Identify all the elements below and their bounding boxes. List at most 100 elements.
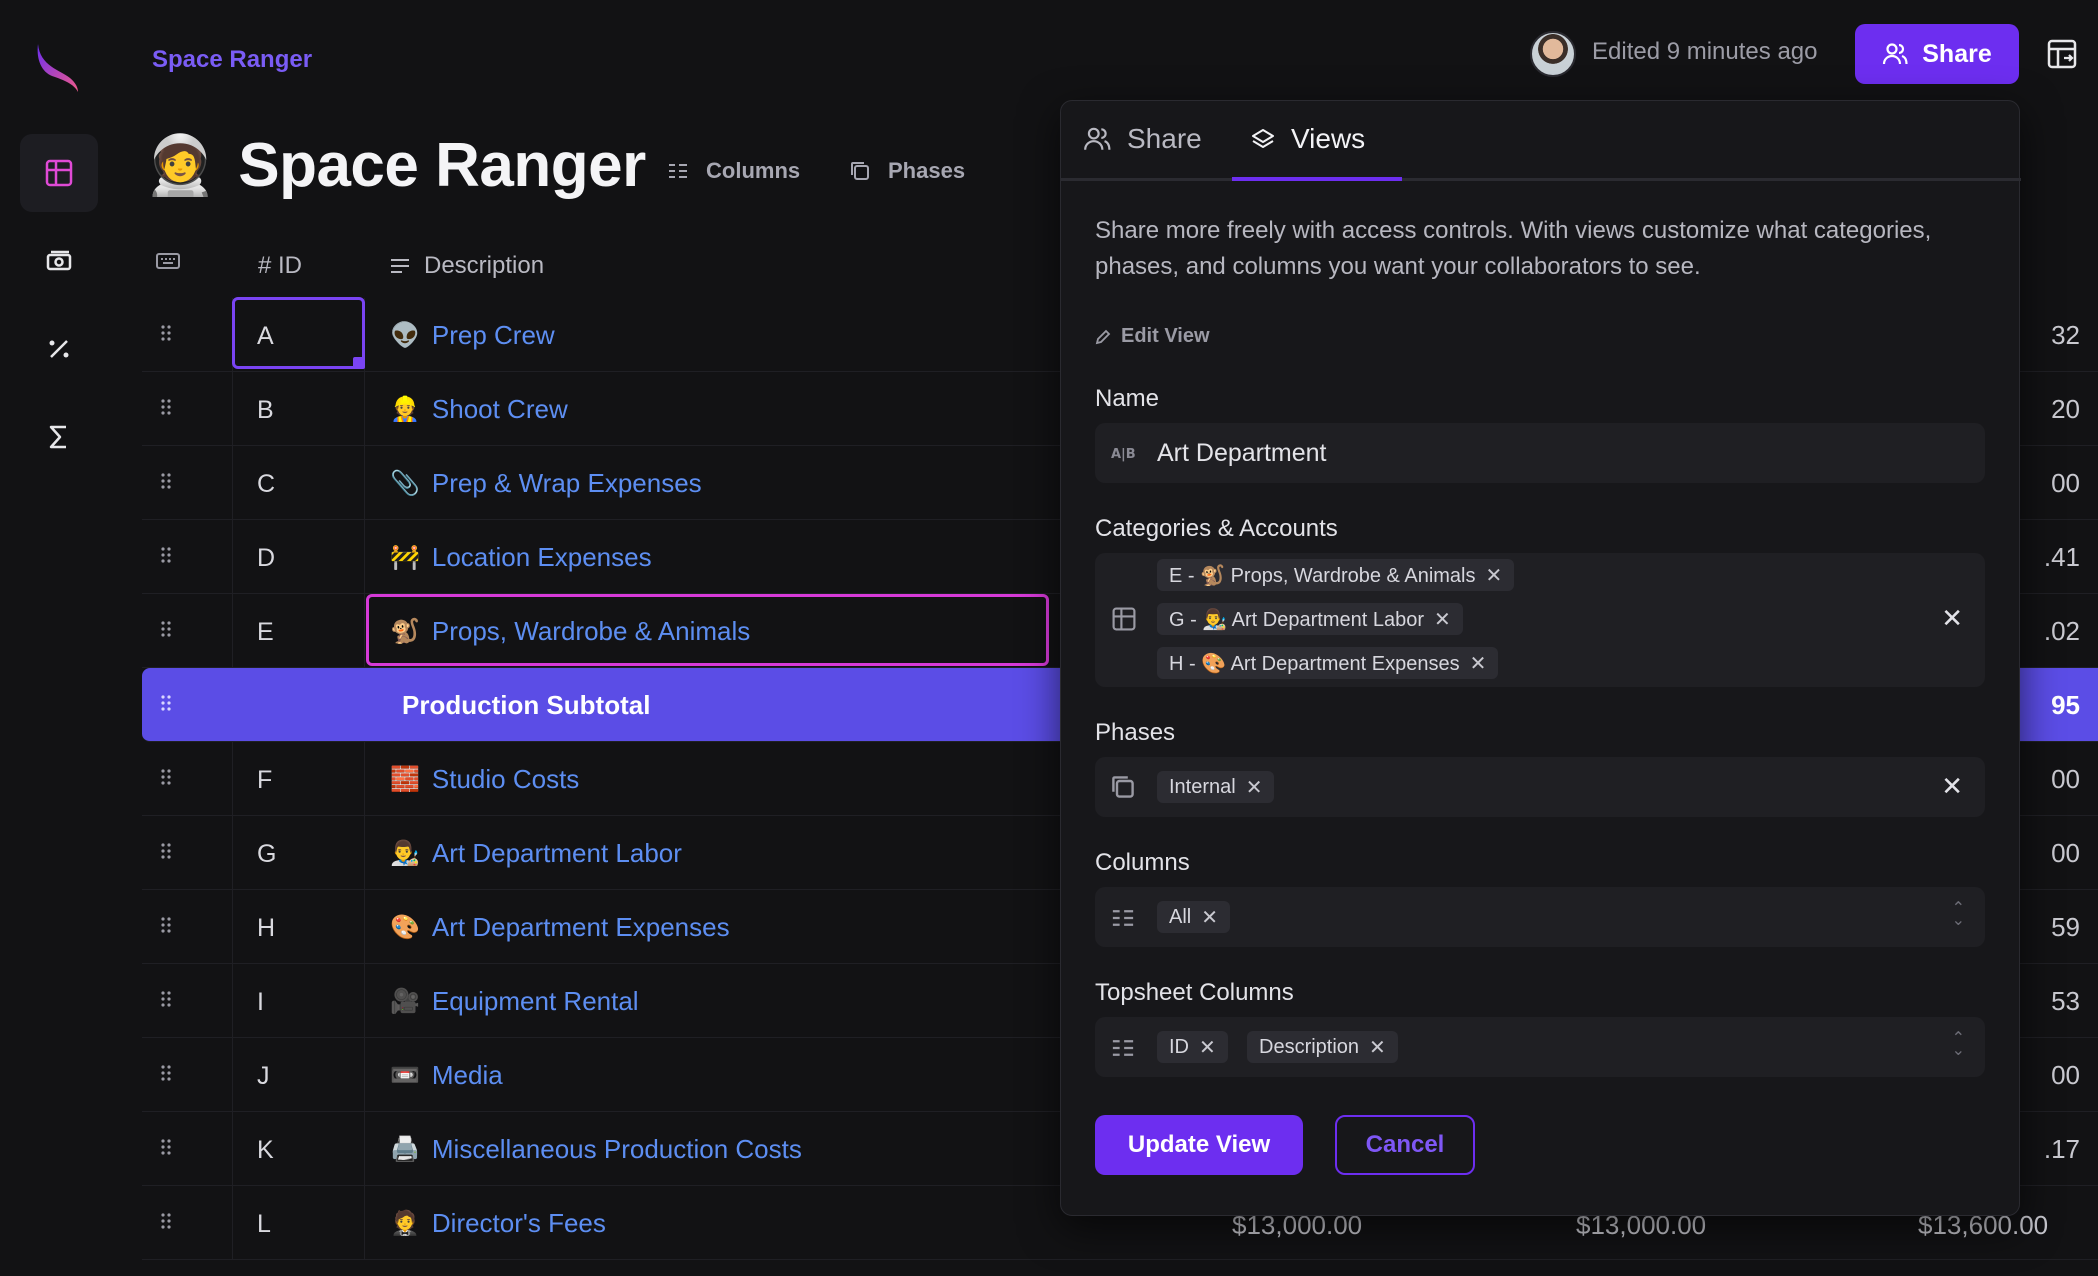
row-description[interactable]: Production Subtotal <box>390 690 650 721</box>
name-field[interactable]: A|B Art Department <box>1095 423 1985 483</box>
breadcrumb[interactable]: Space Ranger <box>152 46 312 74</box>
select-chevrons-icon[interactable]: ⌃ ⌄ <box>1952 901 1965 929</box>
row-id[interactable]: E <box>257 618 274 647</box>
row-id[interactable]: F <box>257 766 272 795</box>
tab-share-label: Share <box>1127 123 1202 154</box>
tab-views[interactable]: Views <box>1251 123 1365 155</box>
tab-share[interactable]: Share <box>1083 123 1202 155</box>
row-description[interactable]: 👨‍🎨 Art Department Labor <box>390 838 682 869</box>
columns-button[interactable]: Columns <box>668 158 800 184</box>
category-chip[interactable]: E - 🐒 Props, Wardrobe & Animals ✕ <box>1157 559 1515 591</box>
row-description[interactable]: 🧱 Studio Costs <box>390 764 579 795</box>
categories-field[interactable]: E - 🐒 Props, Wardrobe & Animals ✕ G - 👨‍🎨… <box>1095 553 1985 687</box>
selected-cell[interactable] <box>232 297 365 369</box>
row-description[interactable]: 📎 Prep & Wrap Expenses <box>390 468 702 499</box>
phases-field[interactable]: Internal ✕ ✕ <box>1095 757 1985 817</box>
row-id[interactable]: K <box>257 1136 274 1165</box>
app-logo[interactable] <box>34 40 84 96</box>
category-chip[interactable]: G - 👨‍🎨 Art Department Labor ✕ <box>1157 603 1463 635</box>
name-input[interactable]: Art Department <box>1157 439 1327 468</box>
row-id[interactable]: G <box>257 840 276 869</box>
row-description[interactable]: 🤵 Director's Fees <box>390 1208 606 1239</box>
remove-chip-icon[interactable]: ✕ <box>1485 563 1502 588</box>
remove-chip-icon[interactable]: ✕ <box>1201 905 1218 930</box>
remove-chip-icon[interactable]: ✕ <box>1246 775 1263 800</box>
avatar[interactable] <box>1530 31 1576 77</box>
remove-chip-icon[interactable]: ✕ <box>1470 651 1487 676</box>
phase-chip[interactable]: Internal ✕ <box>1157 771 1275 803</box>
row-id[interactable]: D <box>257 544 275 573</box>
select-chevrons-icon[interactable]: ⌃ ⌄ <box>1952 1031 1965 1059</box>
name-label: Name <box>1095 385 1160 412</box>
remove-chip-icon[interactable]: ✕ <box>1369 1035 1386 1060</box>
rail-percent-button[interactable] <box>20 310 98 388</box>
cancel-button[interactable]: Cancel <box>1335 1115 1475 1175</box>
cell-divider <box>232 594 233 668</box>
rail-sum-button[interactable] <box>20 398 98 476</box>
rail-grid-button[interactable] <box>20 134 98 212</box>
clear-categories-icon[interactable]: ✕ <box>1941 603 1963 634</box>
column-header-description[interactable]: Description <box>390 252 544 280</box>
row-id[interactable]: L <box>257 1210 271 1239</box>
row-description[interactable]: 👽 Prep Crew <box>390 320 555 351</box>
rail-money-button[interactable] <box>20 222 98 300</box>
row-description-text: Prep Crew <box>431 320 555 350</box>
row-id[interactable]: J <box>257 1062 270 1091</box>
topsheet-field[interactable]: ID ✕ Description ✕ ⌃ ⌄ <box>1095 1017 1985 1077</box>
drag-handle-icon[interactable] <box>160 398 172 416</box>
row-emoji-icon: 🎨 <box>390 914 420 941</box>
drag-handle-icon[interactable] <box>160 768 172 786</box>
app-root: Space Ranger 🧑‍🚀 Space Ranger Columns Ph… <box>0 0 2098 1276</box>
remove-chip-icon[interactable]: ✕ <box>1199 1035 1216 1060</box>
phases-button[interactable]: Phases <box>850 158 965 184</box>
drag-handle-icon[interactable] <box>160 990 172 1008</box>
column-chip-label: All <box>1169 905 1192 928</box>
columns-field[interactable]: All ✕ ⌃ ⌄ <box>1095 887 1985 947</box>
row-description[interactable]: 🖨️ Miscellaneous Production Costs <box>390 1134 802 1165</box>
table-header: # ID Description <box>142 232 1062 298</box>
clear-phases-icon[interactable]: ✕ <box>1941 771 1963 802</box>
column-chip[interactable]: All ✕ <box>1157 901 1230 933</box>
cell-divider <box>232 964 233 1038</box>
topsheet-chip[interactable]: ID ✕ <box>1157 1031 1228 1063</box>
row-description[interactable]: 📼 Media <box>390 1060 503 1091</box>
row-id[interactable]: H <box>257 914 275 943</box>
table-layout-icon[interactable] <box>2046 38 2078 70</box>
row-description[interactable]: 👷 Shoot Crew <box>390 394 568 425</box>
row-description[interactable]: 🚧 Location Expenses <box>390 542 652 573</box>
keyboard-icon[interactable] <box>156 252 180 270</box>
row-id[interactable]: I <box>257 988 264 1017</box>
row-description[interactable]: 🎨 Art Department Expenses <box>390 912 730 943</box>
cell-divider <box>232 520 233 594</box>
drag-handle-icon[interactable] <box>160 472 172 490</box>
row-description-text: Prep & Wrap Expenses <box>431 468 702 498</box>
drag-handle-icon[interactable] <box>160 324 172 342</box>
drag-handle-icon[interactable] <box>160 1138 172 1156</box>
drag-handle-icon[interactable] <box>160 546 172 564</box>
update-view-button[interactable]: Update View <box>1095 1115 1303 1175</box>
columns-icon <box>1112 910 1134 926</box>
topsheet-chip[interactable]: Description ✕ <box>1247 1031 1398 1063</box>
drag-handle-icon[interactable] <box>160 916 172 934</box>
drag-handle-icon[interactable] <box>160 1212 172 1230</box>
row-value: 20 <box>2051 394 2080 424</box>
drag-handle-icon[interactable] <box>160 694 172 712</box>
drag-handle-icon[interactable] <box>160 842 172 860</box>
row-description-text: Miscellaneous Production Costs <box>431 1134 802 1164</box>
drag-handle-icon[interactable] <box>160 1064 172 1082</box>
grid-icon <box>45 159 73 187</box>
category-chip[interactable]: H - 🎨 Art Department Expenses ✕ <box>1157 647 1499 679</box>
row-id[interactable]: B <box>257 396 274 425</box>
fill-handle[interactable] <box>353 357 365 369</box>
share-button[interactable]: Share <box>1855 24 2019 84</box>
drag-handle-icon[interactable] <box>160 620 172 638</box>
row-emoji-icon: 🎥 <box>390 988 420 1015</box>
panel-tabs: Share Views <box>1061 101 2021 181</box>
collaborator-selected-cell[interactable]: Simon Tam <box>366 575 1234 666</box>
cell-divider <box>364 446 365 520</box>
remove-chip-icon[interactable]: ✕ <box>1434 607 1451 632</box>
column-header-id[interactable]: # ID <box>258 252 302 280</box>
tab-views-label: Views <box>1291 123 1366 154</box>
row-description[interactable]: 🎥 Equipment Rental <box>390 986 639 1017</box>
row-id[interactable]: C <box>257 470 275 499</box>
